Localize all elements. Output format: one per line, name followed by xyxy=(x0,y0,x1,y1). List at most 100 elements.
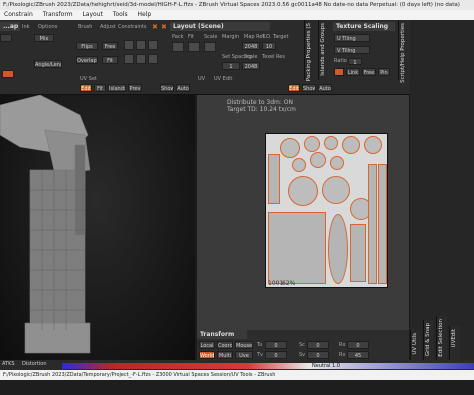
auto-uv-button[interactable]: Auto xyxy=(176,84,190,92)
tool-panel: ...ap Ink Options Brush Adjust Constrain… xyxy=(0,20,474,95)
mix-button[interactable]: Mix xyxy=(34,34,54,42)
world-button[interactable]: World xyxy=(199,351,215,359)
target-input[interactable]: 10 xyxy=(262,42,276,50)
uvedit-tab[interactable]: UVEdit xyxy=(449,326,460,360)
uv-island xyxy=(268,154,280,204)
uv-sheet[interactable]: 1001 62% xyxy=(265,133,388,288)
brush-group-label: Brush xyxy=(78,24,93,30)
pin-button[interactable]: Pin xyxy=(378,68,390,76)
pack-label: Pack xyxy=(172,34,184,40)
margin-label: Margin xyxy=(222,34,240,40)
tv-input[interactable]: 0 xyxy=(265,351,287,359)
u-tiling-field[interactable]: U Tiling xyxy=(334,34,370,42)
free-button[interactable]: Free xyxy=(102,42,118,50)
edit-button[interactable]: Edit xyxy=(80,84,92,92)
constraint-icon-3[interactable] xyxy=(148,40,158,50)
link-button[interactable]: Link xyxy=(346,68,360,76)
uv-island xyxy=(364,136,382,154)
rv-input[interactable]: 45 xyxy=(347,351,369,359)
spacing-input[interactable]: 1 xyxy=(222,62,240,70)
file-path-bar: F:/Pixologic/ZBrush 2023/ZData/Temporary… xyxy=(0,370,474,380)
rx-input[interactable]: 0 xyxy=(347,341,369,349)
uv-island xyxy=(304,136,320,152)
uv-auto-button[interactable]: Auto xyxy=(318,84,332,92)
uv-edit-button[interactable]: Edit xyxy=(288,84,300,92)
constraint-icon-6[interactable] xyxy=(148,54,158,64)
packing-properties-tab[interactable]: Packing Properties (S xyxy=(304,20,315,81)
v-tiling-field[interactable]: V Tiling xyxy=(334,46,370,54)
free-scale-button[interactable]: Free xyxy=(362,68,376,76)
ratio-input[interactable]: 1 xyxy=(348,58,362,65)
uve-button[interactable]: Uve xyxy=(235,351,253,359)
viewport-3d[interactable] xyxy=(0,94,195,360)
coord-button[interactable]: Coord xyxy=(217,341,233,349)
scale-icon[interactable] xyxy=(204,42,216,52)
to-target-label: T.O. Target xyxy=(262,34,289,40)
overlaps-button[interactable]: Overlaps xyxy=(76,56,98,64)
flashlight-model xyxy=(0,94,91,354)
uv-island xyxy=(368,164,377,284)
close-icon-2[interactable]: ✖ xyxy=(161,23,167,31)
close-icon[interactable]: ✖ xyxy=(152,23,158,31)
islands-button[interactable]: Islands xyxy=(108,84,126,92)
fit-uv-button[interactable]: Fit xyxy=(94,84,106,92)
grid-snap-tab[interactable]: Grid & Snap xyxy=(423,320,434,360)
transform-title: Transform xyxy=(197,330,247,339)
menu-layout[interactable]: Layout xyxy=(82,11,102,18)
mouse-button[interactable]: Mouse xyxy=(235,341,253,349)
right-tool-column: UV Utils Grid & Snap Edit Selection UVEd… xyxy=(410,20,474,360)
menu-constrain[interactable]: Constrain xyxy=(4,11,33,18)
show-button[interactable]: Show xyxy=(160,84,174,92)
menu-transform[interactable]: Transform xyxy=(43,11,73,18)
pack-icon[interactable] xyxy=(172,42,184,52)
target-td-info: Target TD: 10.24 tx/cm xyxy=(227,106,296,113)
layout-panel-title: Layout (Scene) xyxy=(170,22,270,31)
uv-label: UV xyxy=(198,76,206,82)
tu-input[interactable]: 0 xyxy=(265,341,287,349)
distortion-gradient[interactable]: Neutral 1.0 xyxy=(62,363,474,369)
su-input[interactable]: 0 xyxy=(307,341,329,349)
uv-island xyxy=(328,214,348,284)
edit-selection-tab[interactable]: Edit Selection xyxy=(436,316,447,360)
tab-options[interactable]: Options xyxy=(38,24,57,30)
constraint-icon-1[interactable] xyxy=(124,40,134,50)
constraint-icon-4[interactable] xyxy=(124,54,134,64)
uv-island xyxy=(322,176,350,204)
menu-help[interactable]: Help xyxy=(138,11,152,18)
local-button[interactable]: Local xyxy=(199,341,215,349)
islands-groups-tab[interactable]: Islands and Groups xyxy=(318,20,329,80)
rv-label: Rv xyxy=(339,352,346,358)
constraints-group-label: Constraints xyxy=(118,24,147,30)
uv-show-button[interactable]: Show xyxy=(302,84,316,92)
window-title: F:/Pixologic/ZBrush 2023/ZData/hehighrt/… xyxy=(0,0,474,10)
transform-panel: Transform Local Coord Mouse Tu 0 Sc 0 Rx… xyxy=(197,330,409,360)
scale-label: Scale xyxy=(204,34,218,40)
uv-island xyxy=(378,164,387,284)
sv-label: Sv xyxy=(299,352,306,358)
neutral-label: Neutral 1.0 xyxy=(312,363,340,369)
status-left: ATKS xyxy=(2,361,15,367)
fit-icon[interactable] xyxy=(188,42,200,52)
flips-button[interactable]: Flips xyxy=(76,42,98,50)
prev-button[interactable]: Prev xyxy=(128,84,142,92)
rx-label: Rx xyxy=(339,342,346,348)
script-help-tab[interactable]: Script/Help Properties xyxy=(398,20,409,83)
constraint-icon-5[interactable] xyxy=(136,54,146,64)
sv-input[interactable]: 0 xyxy=(307,351,329,359)
fit-button[interactable]: Fit xyxy=(102,56,118,64)
menu-tools[interactable]: Tools xyxy=(113,11,128,18)
texture-toggle[interactable] xyxy=(334,68,344,76)
tu-label: Tu xyxy=(257,342,263,348)
adjust-group-label: Adjust xyxy=(100,24,116,30)
constraint-icon-2[interactable] xyxy=(136,40,146,50)
map-res-input[interactable]: 2048 xyxy=(242,42,260,50)
uv-scale-input[interactable]: 2048 xyxy=(242,62,260,70)
uv-usage: 62% xyxy=(282,280,296,287)
uv-utils-tab[interactable]: UV Utils xyxy=(410,330,421,360)
uv-island xyxy=(330,156,344,170)
tab-ink[interactable]: Ink xyxy=(22,24,30,30)
multi-button[interactable]: Multi xyxy=(217,351,233,359)
brush-icon-a[interactable] xyxy=(0,34,12,42)
angle-length-button[interactable]: Angle/Length xyxy=(34,60,62,68)
auto-button[interactable] xyxy=(2,70,14,78)
